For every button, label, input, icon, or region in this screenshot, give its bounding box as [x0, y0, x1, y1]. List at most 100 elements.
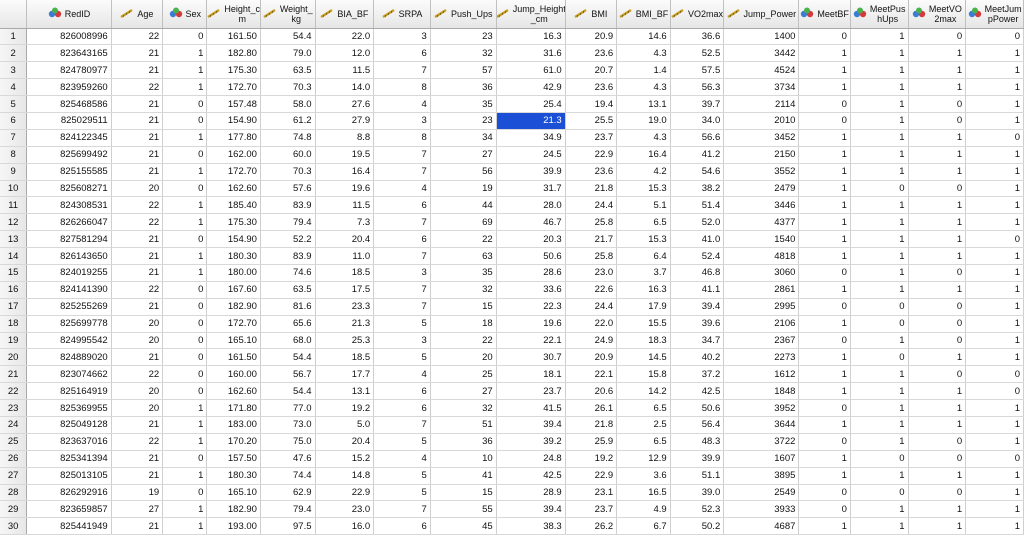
- data-cell[interactable]: 0: [162, 365, 208, 384]
- data-cell[interactable]: 19.6: [315, 180, 375, 198]
- data-cell[interactable]: 1: [908, 163, 967, 181]
- data-cell[interactable]: 21: [111, 450, 164, 468]
- row-number[interactable]: 22: [0, 382, 28, 401]
- column-header-vo2max[interactable]: VO2max: [670, 0, 725, 29]
- column-header-meetbf[interactable]: MeetBF: [798, 0, 851, 29]
- data-cell[interactable]: 56.7: [260, 365, 316, 384]
- data-cell[interactable]: 12.0: [315, 44, 375, 63]
- data-cell[interactable]: 0: [162, 180, 208, 198]
- data-cell[interactable]: 20: [111, 382, 164, 401]
- data-cell[interactable]: 1: [162, 264, 208, 282]
- data-cell[interactable]: 3: [373, 264, 431, 282]
- data-cell[interactable]: 21.7: [565, 230, 618, 249]
- data-cell[interactable]: 3.7: [616, 264, 671, 282]
- data-cell[interactable]: 79.0: [260, 44, 316, 63]
- data-cell[interactable]: 0: [162, 112, 208, 130]
- row-number[interactable]: 12: [0, 213, 28, 232]
- data-cell[interactable]: 20: [111, 399, 164, 417]
- data-cell[interactable]: 22.1: [496, 332, 566, 350]
- data-cell[interactable]: 19: [111, 484, 164, 502]
- data-cell[interactable]: 1: [798, 517, 851, 536]
- data-cell[interactable]: 0: [798, 484, 851, 502]
- data-cell[interactable]: 825699778: [26, 315, 112, 333]
- data-cell[interactable]: 23.0: [565, 264, 618, 282]
- data-cell[interactable]: 61.0: [496, 61, 566, 80]
- data-cell[interactable]: 15: [430, 298, 497, 316]
- data-cell[interactable]: 21.3: [496, 112, 566, 130]
- data-cell[interactable]: 3: [373, 28, 431, 46]
- data-cell[interactable]: 1: [908, 348, 967, 367]
- data-cell[interactable]: 0: [908, 112, 967, 130]
- data-cell[interactable]: 4: [373, 365, 431, 384]
- data-cell[interactable]: 162.00: [206, 146, 261, 164]
- data-cell[interactable]: 52.4: [670, 247, 725, 265]
- data-cell[interactable]: 24.4: [565, 298, 618, 316]
- data-cell[interactable]: 22.9: [565, 146, 618, 164]
- data-cell[interactable]: 19.0: [616, 112, 671, 130]
- data-cell[interactable]: 5.1: [616, 196, 671, 215]
- data-cell[interactable]: 22.0: [315, 28, 375, 46]
- data-cell[interactable]: 21: [111, 348, 164, 367]
- data-cell[interactable]: 1: [162, 500, 208, 519]
- data-cell[interactable]: 16.0: [315, 517, 375, 536]
- data-cell[interactable]: 51: [430, 416, 497, 434]
- data-cell[interactable]: 1540: [723, 230, 800, 249]
- data-cell[interactable]: 5: [373, 467, 431, 485]
- data-cell[interactable]: 15.5: [616, 315, 671, 333]
- data-cell[interactable]: 1: [798, 180, 851, 198]
- data-cell[interactable]: 0: [908, 315, 967, 333]
- data-cell[interactable]: 6.5: [616, 433, 671, 451]
- data-cell[interactable]: 22.3: [496, 298, 566, 316]
- data-cell[interactable]: 3442: [723, 44, 800, 63]
- data-cell[interactable]: 1: [798, 281, 851, 299]
- data-cell[interactable]: 823637016: [26, 433, 112, 451]
- data-cell[interactable]: 1: [965, 298, 1024, 316]
- data-cell[interactable]: 1: [908, 146, 967, 164]
- data-cell[interactable]: 8: [373, 78, 431, 97]
- data-cell[interactable]: 4: [373, 180, 431, 198]
- data-cell[interactable]: 1: [798, 247, 851, 265]
- data-cell[interactable]: 2367: [723, 332, 800, 350]
- data-cell[interactable]: 0: [850, 298, 909, 316]
- data-cell[interactable]: 19.4: [565, 95, 618, 113]
- data-cell[interactable]: 73.0: [260, 416, 316, 434]
- data-cell[interactable]: 2479: [723, 180, 800, 198]
- data-cell[interactable]: 1: [850, 247, 909, 265]
- data-cell[interactable]: 0: [162, 315, 208, 333]
- data-cell[interactable]: 54.6: [670, 163, 725, 181]
- column-header-meetpushups[interactable]: MeetPus hUps: [850, 0, 909, 29]
- data-cell[interactable]: 823959260: [26, 78, 112, 97]
- data-cell[interactable]: 23.7: [496, 382, 566, 401]
- data-cell[interactable]: 63.5: [260, 281, 316, 299]
- data-cell[interactable]: 1: [850, 332, 909, 350]
- data-cell[interactable]: 74.8: [260, 129, 316, 147]
- data-cell[interactable]: 1: [908, 281, 967, 299]
- data-cell[interactable]: 56.3: [670, 78, 725, 97]
- data-cell[interactable]: 177.80: [206, 129, 261, 147]
- data-cell[interactable]: 62.9: [260, 484, 316, 502]
- data-cell[interactable]: 1: [908, 467, 967, 485]
- data-cell[interactable]: 22: [430, 230, 497, 249]
- data-cell[interactable]: 23.1: [565, 484, 618, 502]
- data-cell[interactable]: 0: [162, 281, 208, 299]
- data-cell[interactable]: 1: [908, 399, 967, 417]
- row-number[interactable]: 2: [0, 44, 28, 63]
- data-cell[interactable]: 183.00: [206, 416, 261, 434]
- data-cell[interactable]: 41.1: [670, 281, 725, 299]
- data-cell[interactable]: 18.1: [496, 365, 566, 384]
- data-cell[interactable]: 26.1: [565, 399, 618, 417]
- data-cell[interactable]: 0: [965, 230, 1024, 249]
- data-cell[interactable]: 0: [798, 433, 851, 451]
- data-cell[interactable]: 6.5: [616, 213, 671, 232]
- data-cell[interactable]: 21.8: [565, 416, 618, 434]
- data-cell[interactable]: 39.4: [496, 500, 566, 519]
- data-cell[interactable]: 1: [908, 129, 967, 147]
- data-cell[interactable]: 97.5: [260, 517, 316, 536]
- data-cell[interactable]: 826266047: [26, 213, 112, 232]
- row-number[interactable]: 25: [0, 433, 28, 451]
- data-cell[interactable]: 11.5: [315, 61, 375, 80]
- data-cell[interactable]: 1: [850, 365, 909, 384]
- data-cell[interactable]: 27: [111, 500, 164, 519]
- data-cell[interactable]: 7: [373, 500, 431, 519]
- data-cell[interactable]: 6.4: [616, 247, 671, 265]
